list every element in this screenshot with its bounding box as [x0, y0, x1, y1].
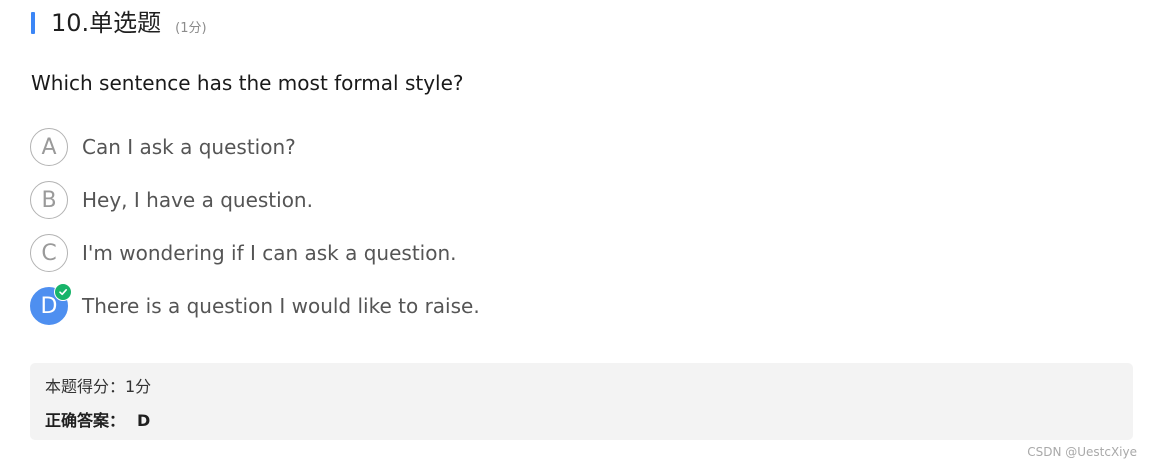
option-text-d: There is a question I would like to rais… — [82, 294, 480, 318]
question-stem: Which sentence has the most formal style… — [31, 71, 464, 95]
option-letter-a[interactable]: A — [30, 128, 68, 166]
option-b[interactable]: B Hey, I have a question. — [30, 181, 480, 219]
correct-answer: 正确答案： D — [45, 407, 150, 431]
answer-options: A Can I ask a question? B Hey, I have a … — [30, 128, 480, 340]
check-icon — [54, 283, 72, 301]
correct-answer-value: D — [137, 411, 151, 430]
option-d[interactable]: D There is a question I would like to ra… — [30, 283, 480, 325]
option-letter-c[interactable]: C — [30, 234, 68, 272]
watermark: CSDN @UestcXiye — [1027, 445, 1137, 459]
question-header: 10.单选题 (1分) — [31, 8, 207, 38]
question-title: 10.单选题 — [51, 9, 162, 37]
option-text-a: Can I ask a question? — [82, 135, 296, 159]
correct-answer-label: 正确答案： — [45, 411, 126, 430]
option-text-c: I'm wondering if I can ask a question. — [82, 241, 457, 265]
option-c[interactable]: C I'm wondering if I can ask a question. — [30, 234, 480, 272]
score-text: 本题得分：1分 — [45, 377, 152, 396]
result-panel: 本题得分：1分 正确答案： D — [30, 363, 1133, 440]
option-text-b: Hey, I have a question. — [82, 188, 313, 212]
option-letter-d[interactable]: D — [30, 283, 72, 325]
option-letter-b[interactable]: B — [30, 181, 68, 219]
option-a[interactable]: A Can I ask a question? — [30, 128, 480, 166]
accent-bar — [31, 12, 35, 34]
question-points: (1分) — [175, 20, 207, 36]
